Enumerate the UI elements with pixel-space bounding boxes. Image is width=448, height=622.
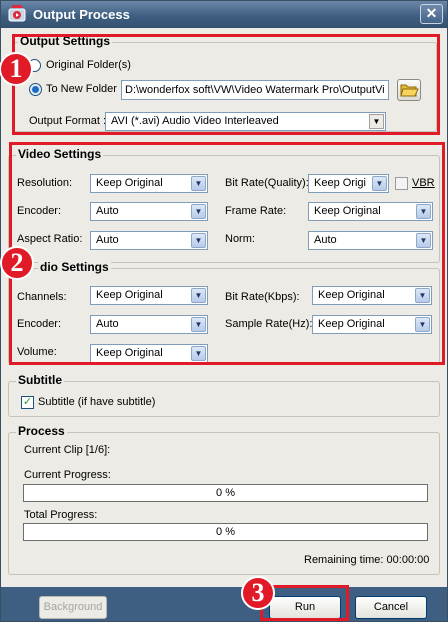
subtitle-title: Subtitle	[16, 373, 64, 387]
title-bar: Output Process ✕	[1, 1, 447, 28]
checkmark-icon: ✓	[22, 396, 33, 408]
annotation-box-video-audio-settings	[9, 142, 445, 365]
close-icon: ✕	[425, 5, 438, 21]
window-title: Output Process	[33, 7, 130, 22]
current-progress-text: 0 %	[216, 487, 235, 499]
background-button[interactable]: Background	[39, 596, 107, 619]
close-button[interactable]: ✕	[420, 4, 443, 24]
subtitle-checkbox-label: Subtitle (if have subtitle)	[38, 396, 156, 408]
annotation-badge-1: 1	[0, 52, 33, 86]
subtitle-checkbox[interactable]: ✓	[21, 396, 34, 409]
total-progress-bar: 0 %	[23, 523, 428, 541]
current-progress-label: Current Progress:	[24, 469, 111, 481]
process-title: Process	[16, 424, 67, 438]
annotation-box-output-settings	[12, 34, 440, 135]
remaining-time: Remaining time: 00:00:00	[304, 554, 430, 566]
current-progress-bar: 0 %	[23, 484, 428, 502]
total-progress-text: 0 %	[216, 526, 235, 538]
cancel-button[interactable]: Cancel	[355, 596, 427, 619]
current-clip-label: Current Clip [1/6]:	[24, 444, 111, 456]
app-icon	[8, 5, 26, 22]
annotation-badge-2: 2	[0, 246, 34, 280]
annotation-badge-3: 3	[241, 576, 275, 610]
output-process-window: Output Process ✕ Output Settings Origina…	[0, 0, 448, 622]
total-progress-label: Total Progress:	[24, 509, 98, 521]
